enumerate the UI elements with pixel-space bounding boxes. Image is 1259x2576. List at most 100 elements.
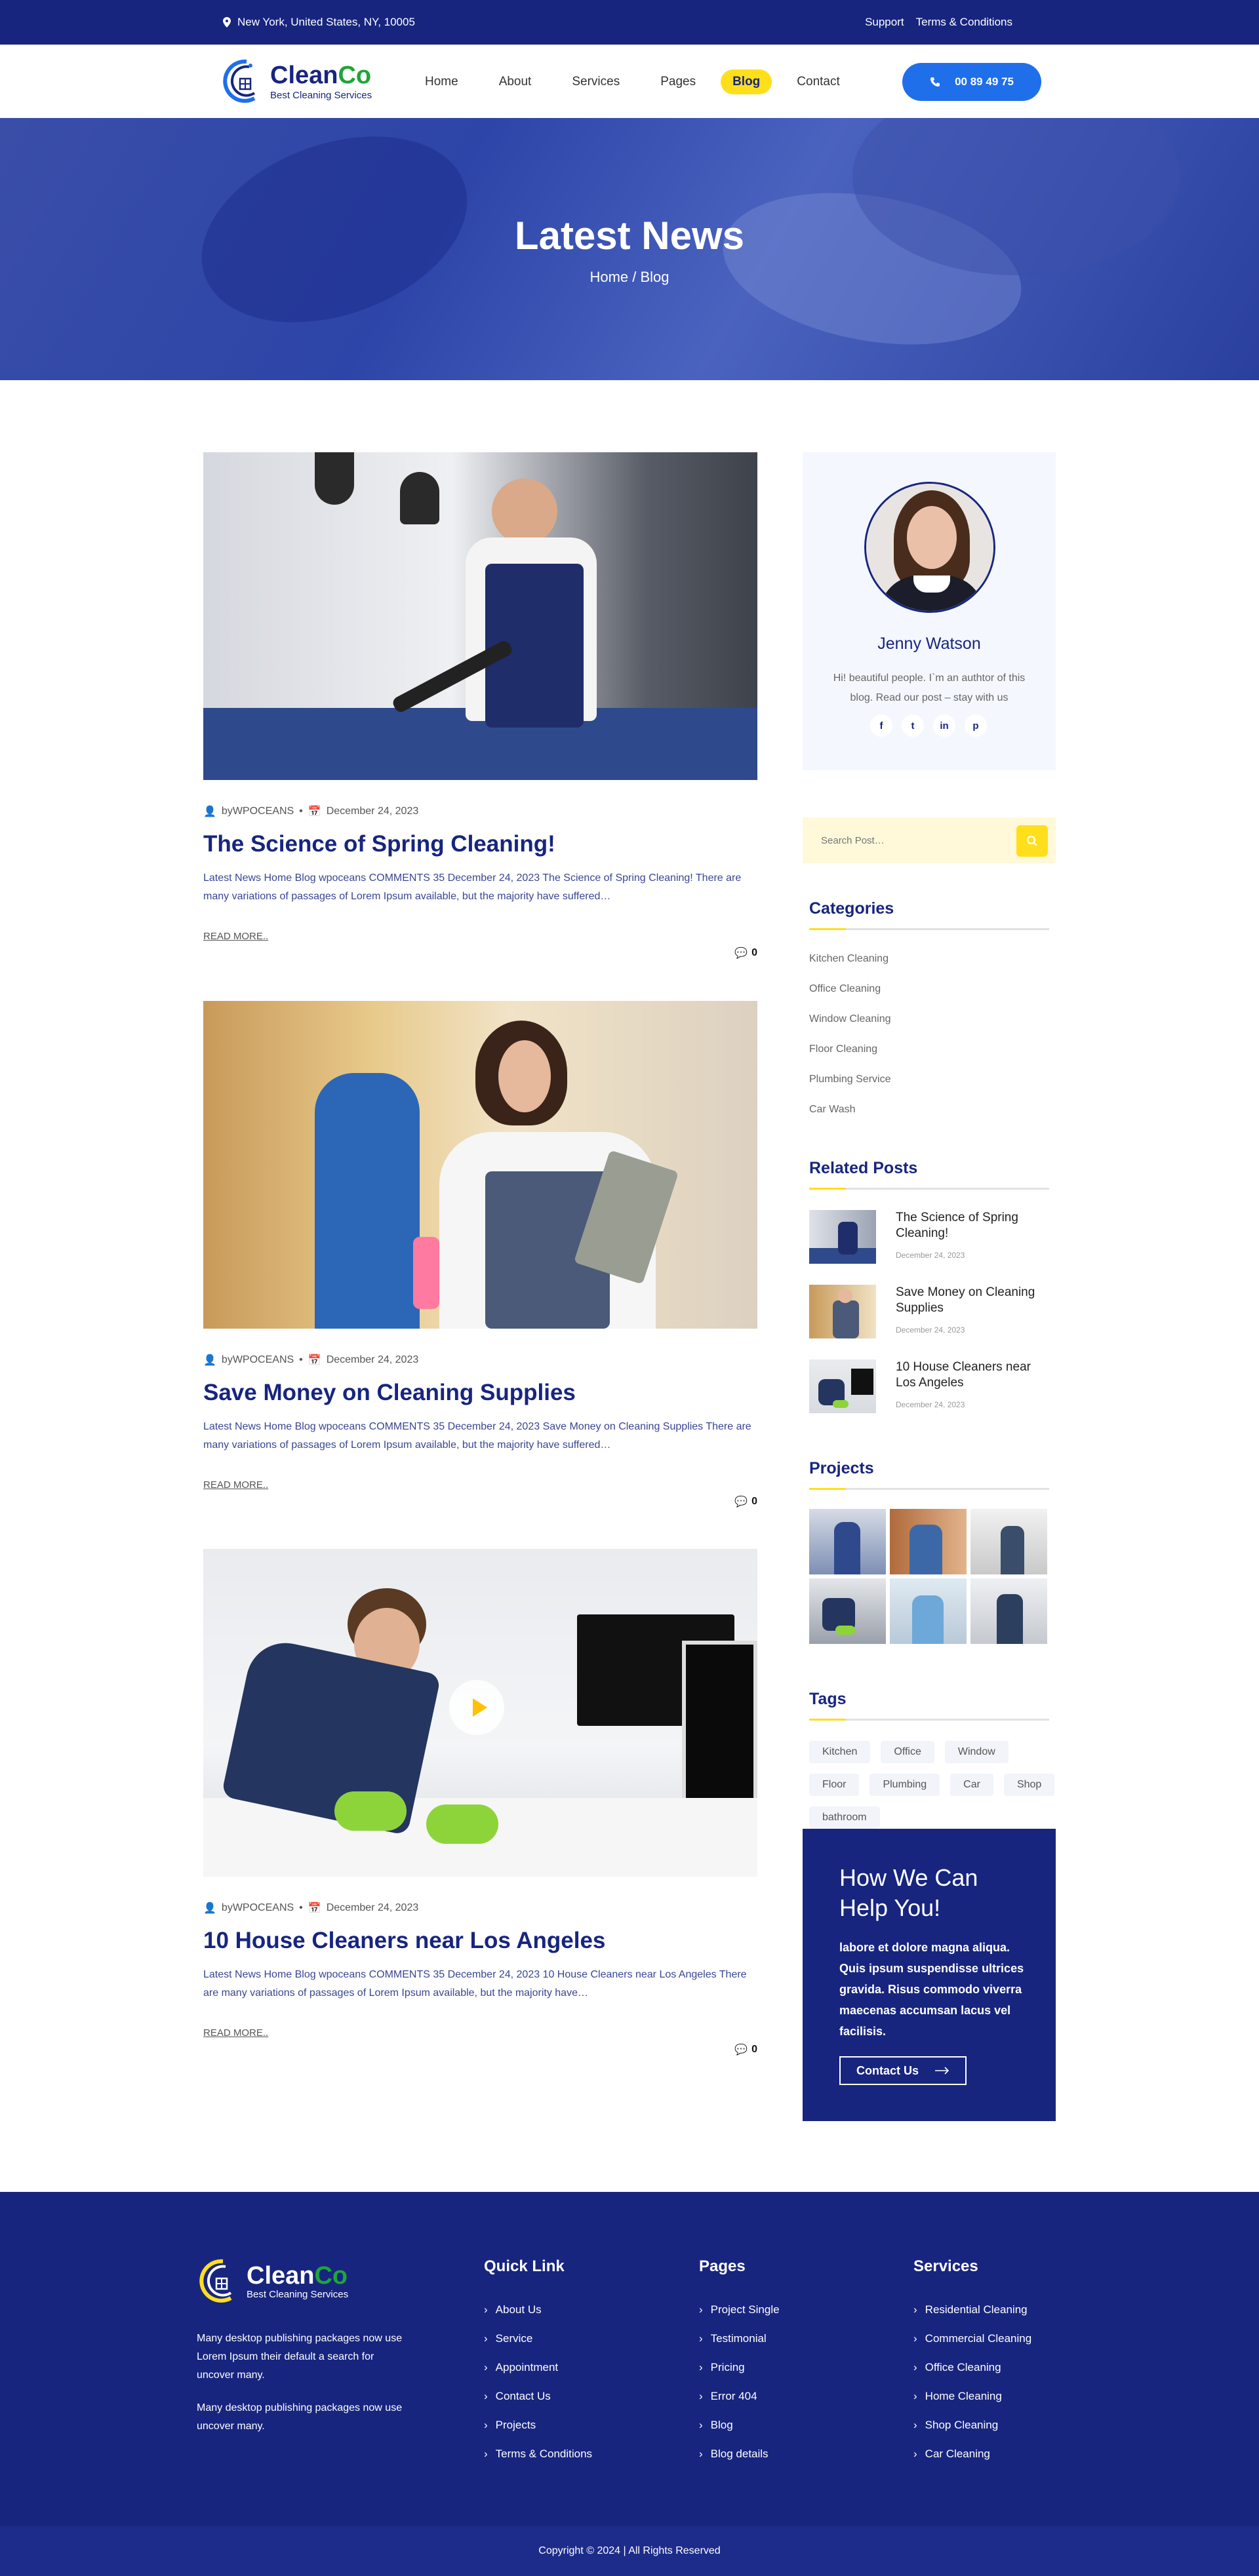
- footer-link[interactable]: › Contact Us: [484, 2382, 592, 2411]
- category-item[interactable]: Window Cleaning: [809, 1004, 1056, 1034]
- footer-link[interactable]: › Pricing: [699, 2353, 780, 2382]
- related-post-thumb[interactable]: [809, 1210, 876, 1264]
- post-title[interactable]: The Science of Spring Cleaning!: [203, 831, 757, 857]
- post-title[interactable]: Save Money on Cleaning Supplies: [203, 1380, 757, 1406]
- categories-title: Categories: [803, 899, 1056, 930]
- logo[interactable]: CleanCo Best Cleaning Services: [220, 58, 372, 105]
- tag[interactable]: bathroom: [809, 1806, 880, 1829]
- post-author[interactable]: byWPOCEANS: [222, 806, 294, 817]
- copyright: Copyright © 2024 | All Rights Reserved: [0, 2526, 1259, 2576]
- post-image[interactable]: [203, 452, 757, 780]
- footer-link[interactable]: › Appointment: [484, 2353, 592, 2382]
- footer-link[interactable]: › Project Single: [699, 2295, 780, 2324]
- footer-link[interactable]: › Commercial Cleaning: [913, 2324, 1031, 2353]
- search-input[interactable]: [821, 830, 1005, 850]
- comment-icon: 💬: [734, 1496, 748, 1508]
- project-thumb[interactable]: [809, 1578, 886, 1644]
- nav-blog[interactable]: Blog: [721, 69, 772, 94]
- footer-link[interactable]: › Home Cleaning: [913, 2382, 1031, 2411]
- footer-link[interactable]: › Shop Cleaning: [913, 2411, 1031, 2440]
- footer-link[interactable]: › Office Cleaning: [913, 2353, 1031, 2382]
- read-more-link[interactable]: READ MORE..: [203, 2027, 268, 2039]
- related-post[interactable]: 10 House Cleaners near Los Angeles Decemb…: [803, 1359, 1056, 1413]
- tag[interactable]: Car: [950, 1774, 993, 1796]
- related-post-thumb[interactable]: [809, 1285, 876, 1338]
- category-item[interactable]: Office Cleaning: [809, 974, 1056, 1004]
- related-post-thumb[interactable]: [809, 1359, 876, 1413]
- read-more-link[interactable]: READ MORE..: [203, 931, 268, 942]
- footer: CleanCo Best Cleaning Services Many desk…: [0, 2192, 1259, 2526]
- post-comments[interactable]: 💬 0: [734, 946, 757, 960]
- twitter-icon[interactable]: t: [902, 714, 924, 737]
- comment-icon: 💬: [734, 948, 748, 959]
- logo-icon: [199, 2259, 232, 2303]
- search-icon: [1026, 835, 1037, 846]
- nav-about[interactable]: About: [483, 69, 548, 94]
- footer-link[interactable]: › Blog details: [699, 2440, 780, 2469]
- post-author[interactable]: byWPOCEANS: [222, 1902, 294, 1914]
- post-title[interactable]: 10 House Cleaners near Los Angeles: [203, 1928, 757, 1954]
- tag[interactable]: Kitchen: [809, 1741, 871, 1763]
- linkedin-icon[interactable]: in: [933, 714, 955, 737]
- footer-link[interactable]: › Car Cleaning: [913, 2440, 1031, 2469]
- tag[interactable]: Shop: [1003, 1774, 1055, 1796]
- category-item[interactable]: Car Wash: [809, 1095, 1056, 1125]
- footer-link[interactable]: › Error 404: [699, 2382, 780, 2411]
- blog-post: 👤 byWPOCEANS • 📅 December 24, 2023 Save Mo…: [203, 1001, 757, 1508]
- related-post-title[interactable]: Save Money on Cleaning Supplies: [896, 1285, 1047, 1316]
- tag[interactable]: Plumbing: [869, 1774, 940, 1796]
- tag[interactable]: Office: [881, 1741, 934, 1763]
- footer-col-title: Quick Link: [484, 2257, 565, 2275]
- chevron-right-icon: ›: [484, 2419, 488, 2431]
- phone-button[interactable]: 00 89 49 75: [902, 63, 1041, 101]
- footer-link[interactable]: › Blog: [699, 2411, 780, 2440]
- support-link[interactable]: Support: [865, 16, 904, 29]
- related-post-title[interactable]: 10 House Cleaners near Los Angeles: [896, 1359, 1047, 1391]
- location: New York, United States, NY, 10005: [223, 16, 415, 29]
- post-meta: 👤 byWPOCEANS • 📅 December 24, 2023: [203, 806, 419, 817]
- footer-link[interactable]: › Residential Cleaning: [913, 2295, 1031, 2324]
- footer-logo[interactable]: CleanCo Best Cleaning Services: [197, 2257, 348, 2305]
- related-post[interactable]: Save Money on Cleaning Supplies December …: [803, 1285, 1056, 1338]
- footer-link[interactable]: › Service: [484, 2324, 592, 2353]
- post-image[interactable]: [203, 1549, 757, 1877]
- category-item[interactable]: Floor Cleaning: [809, 1034, 1056, 1064]
- facebook-icon[interactable]: f: [870, 714, 892, 737]
- breadcrumb-home[interactable]: Home: [590, 269, 628, 285]
- nav-contact[interactable]: Contact: [781, 69, 855, 94]
- related-post-date: December 24, 2023: [896, 1400, 965, 1409]
- nav-pages[interactable]: Pages: [645, 69, 711, 94]
- post-author[interactable]: byWPOCEANS: [222, 1354, 294, 1366]
- category-item[interactable]: Kitchen Cleaning: [809, 944, 1056, 974]
- read-more-link[interactable]: READ MORE..: [203, 1479, 268, 1491]
- contact-us-button[interactable]: Contact Us: [839, 2056, 967, 2085]
- related-post[interactable]: The Science of Spring Cleaning! December …: [803, 1210, 1056, 1264]
- project-thumb[interactable]: [970, 1509, 1047, 1574]
- nav-home[interactable]: Home: [409, 69, 474, 94]
- related-posts-title: Related Posts: [803, 1159, 1056, 1190]
- blog-post: 👤 byWPOCEANS • 📅 December 24, 2023 The Sci…: [203, 452, 757, 959]
- post-image[interactable]: [203, 1001, 757, 1329]
- tag[interactable]: Floor: [809, 1774, 860, 1796]
- category-item[interactable]: Plumbing Service: [809, 1064, 1056, 1095]
- footer-link[interactable]: › Terms & Conditions: [484, 2440, 592, 2469]
- nav-services[interactable]: Services: [556, 69, 635, 94]
- search-button[interactable]: [1016, 825, 1048, 857]
- footer-link[interactable]: › About Us: [484, 2295, 592, 2324]
- project-thumb[interactable]: [890, 1578, 967, 1644]
- footer-link[interactable]: › Projects: [484, 2411, 592, 2440]
- pinterest-icon[interactable]: p: [965, 714, 987, 737]
- play-icon: [473, 1698, 487, 1717]
- terms-link[interactable]: Terms & Conditions: [916, 16, 1012, 29]
- tag[interactable]: Window: [944, 1741, 1009, 1763]
- post-comments[interactable]: 💬 0: [734, 2043, 757, 2056]
- project-thumb[interactable]: [890, 1509, 967, 1574]
- related-post-title[interactable]: The Science of Spring Cleaning!: [896, 1210, 1047, 1241]
- location-text: New York, United States, NY, 10005: [237, 16, 415, 28]
- project-thumb[interactable]: [970, 1578, 1047, 1644]
- footer-tagline: Best Cleaning Services: [247, 2288, 349, 2300]
- project-thumb[interactable]: [809, 1509, 886, 1574]
- header: CleanCo Best Cleaning Services Home Abou…: [0, 45, 1259, 118]
- footer-link[interactable]: › Testimonial: [699, 2324, 780, 2353]
- post-comments[interactable]: 💬 0: [734, 1495, 757, 1508]
